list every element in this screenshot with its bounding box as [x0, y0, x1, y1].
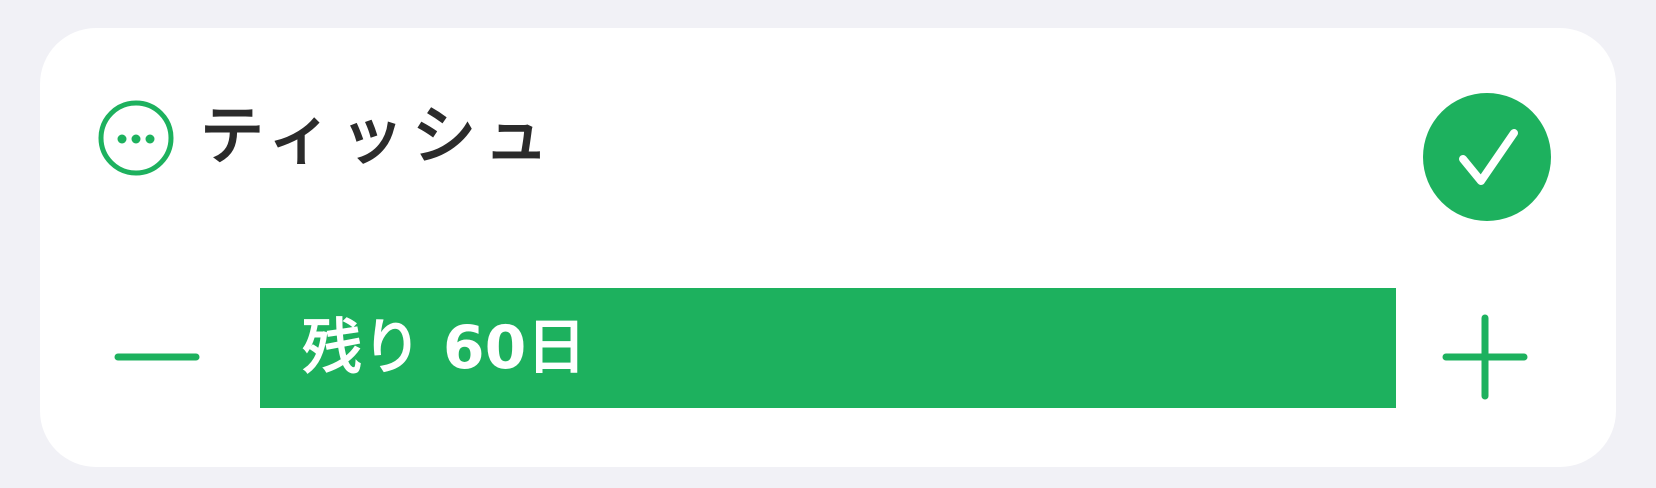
item-name: ティッシュ	[200, 100, 557, 174]
item-card: ティッシュ 残り 60日	[40, 28, 1616, 467]
minus-icon	[114, 353, 200, 361]
remaining-meter: 残り 60日	[260, 288, 1396, 408]
decrease-button[interactable]	[110, 306, 206, 402]
remaining-days-label: 残り 60日	[302, 313, 587, 383]
more-options-icon[interactable]	[97, 99, 175, 177]
plus-icon	[1442, 314, 1528, 400]
check-button[interactable]	[1423, 93, 1551, 221]
checkmark-icon	[1459, 129, 1518, 185]
increase-button[interactable]	[1438, 306, 1534, 402]
